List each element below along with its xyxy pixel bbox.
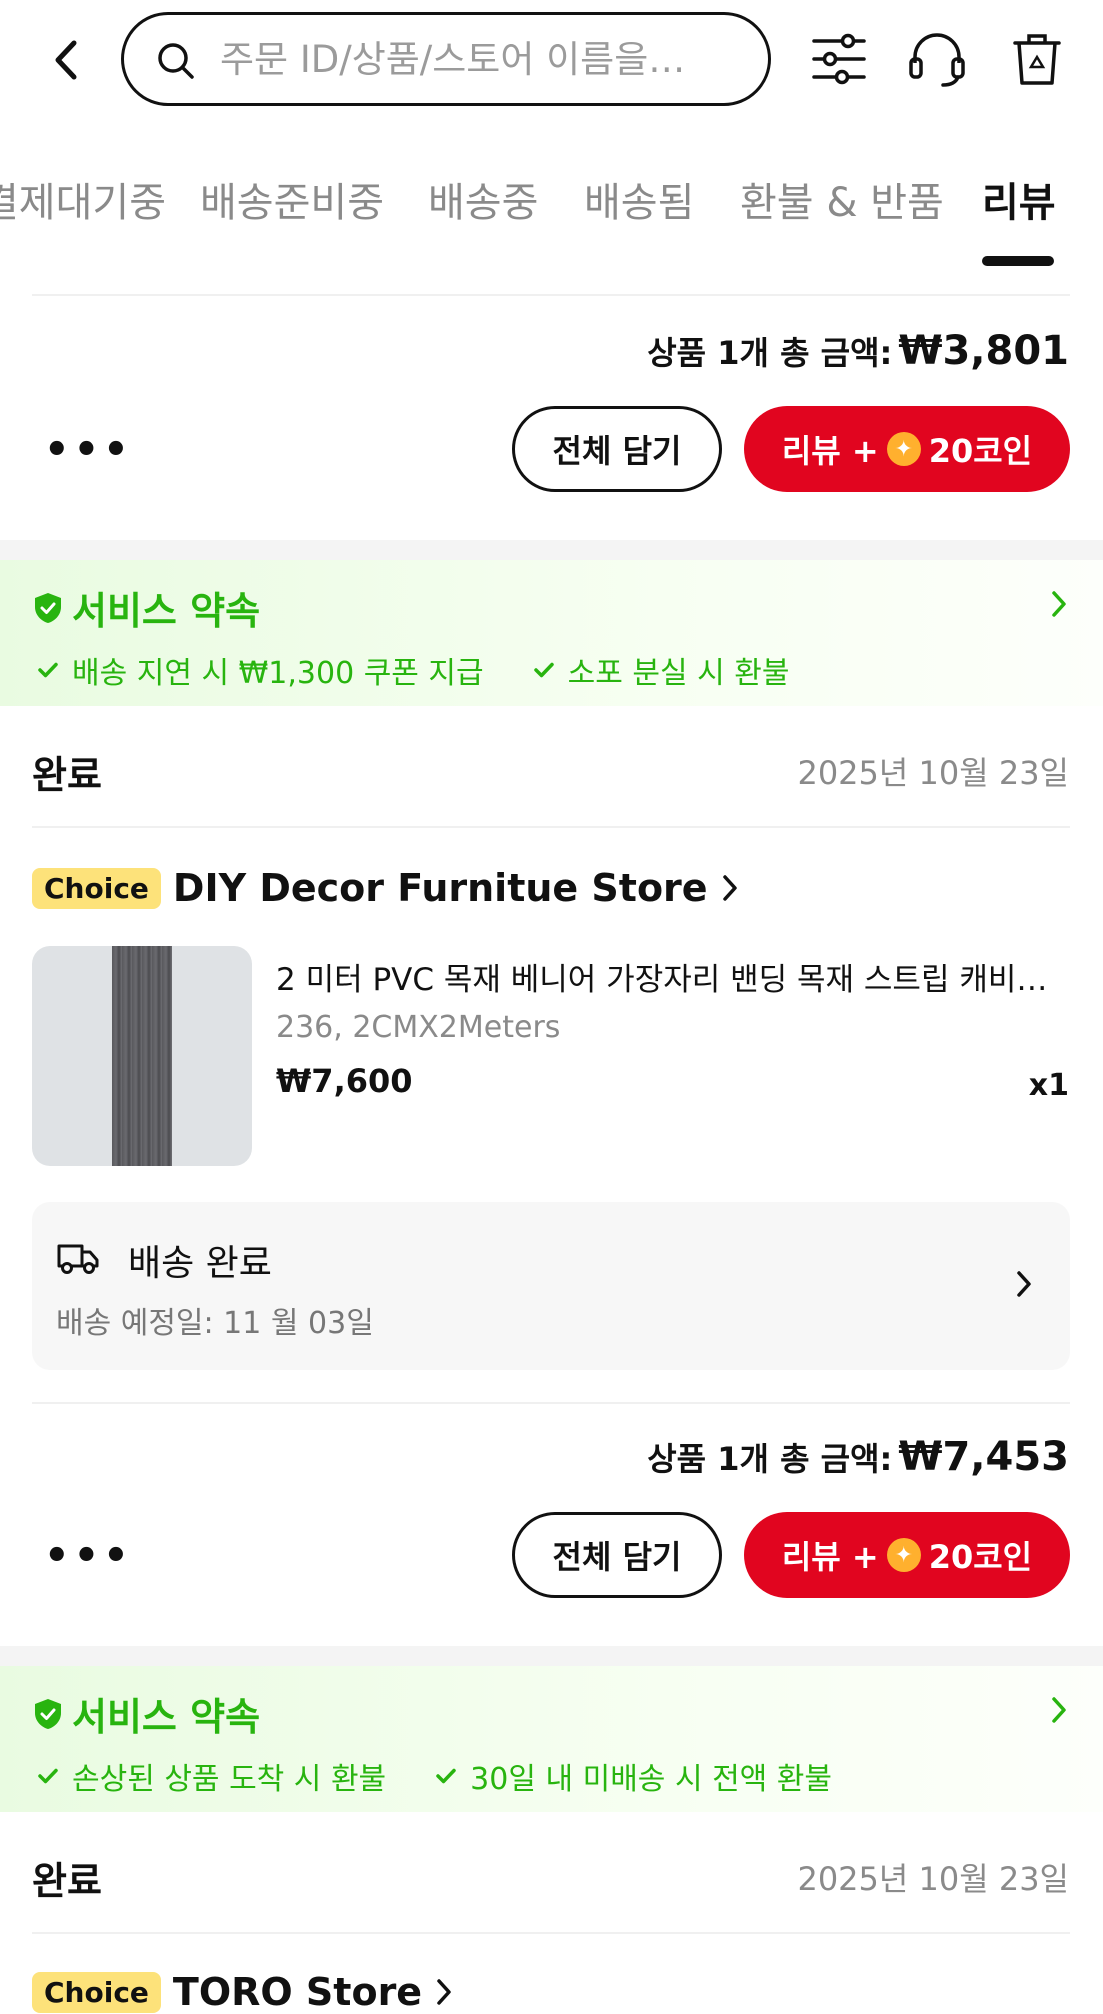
product-quantity: x1	[1028, 1068, 1069, 1103]
search-icon	[158, 43, 194, 79]
store-name: DIY Decor Furnitue Store	[172, 866, 708, 910]
order-tabs: 결제대기중 배송준비중 배송중 배송됨 환불 & 반품 리뷰	[0, 150, 1103, 270]
coin-icon: ✦	[886, 1538, 921, 1572]
headset-icon	[909, 33, 965, 87]
store-link[interactable]: Choice DIY Decor Furnitue Store	[32, 866, 740, 910]
service-promise-banner[interactable]: 서비스 약속 손상된 상품 도착 시 환불 30일 내 미배송 시 전액 환불	[0, 1666, 1103, 1812]
search-input[interactable]: 주문 ID/상품/스토어 이름을…	[121, 12, 771, 106]
check-icon	[38, 662, 58, 678]
order-date: 2025년 10월 23일	[797, 1860, 1069, 1898]
tab-refund-return[interactable]: 환불 & 반품	[740, 170, 944, 228]
tab-awaiting-payment[interactable]: 결제대기중	[0, 170, 166, 228]
shipping-status: 배송 완료	[128, 1243, 272, 1284]
chevron-left-icon	[55, 40, 77, 80]
order-status: 완료	[32, 753, 102, 797]
review-button-label: 리뷰 +	[781, 1538, 879, 1576]
promise-item: 손상된 상품 도착 시 환불	[38, 1754, 386, 1798]
order-date: 2025년 10월 23일	[797, 754, 1069, 792]
back-button[interactable]	[40, 32, 90, 88]
service-promise-title: 서비스 약속	[34, 580, 260, 635]
sliders-icon	[812, 33, 866, 85]
add-all-to-cart-button[interactable]: 전체 담기	[512, 406, 722, 492]
divider	[32, 826, 1070, 828]
recycle-bin-button[interactable]	[1006, 28, 1068, 90]
divider	[32, 1932, 1070, 1934]
tab-shipping[interactable]: 배송중	[428, 170, 538, 228]
order-total-amount: ₩3,801	[898, 328, 1069, 374]
review-button-label: 리뷰 +	[781, 432, 879, 470]
shield-check-icon	[35, 592, 61, 623]
promise-item: 30일 내 미배송 시 전액 환불	[436, 1754, 832, 1798]
more-options-button[interactable]: •••	[44, 430, 133, 470]
product-title[interactable]: 2 미터 PVC 목재 베니어 가장자리 밴딩 목재 스트립 캐비닛 테이블	[276, 954, 1066, 999]
store-link[interactable]: Choice TORO Store	[32, 1970, 454, 2014]
tab-preparing[interactable]: 배송준비중	[200, 170, 384, 228]
store-name: TORO Store	[172, 1970, 423, 2014]
search-placeholder: 주문 ID/상품/스토어 이름을…	[220, 38, 686, 81]
order-status: 완료	[32, 1859, 102, 1903]
check-icon	[38, 1768, 58, 1784]
promise-item-text: 소포 분실 시 환불	[567, 656, 790, 691]
order-total: 상품 1개 총 금액: ₩3,801	[647, 328, 1069, 374]
filter-button[interactable]	[808, 28, 870, 90]
product-image[interactable]	[32, 946, 252, 1166]
add-all-to-cart-button[interactable]: 전체 담기	[512, 1512, 722, 1598]
service-promise-title-text: 서비스 약속	[72, 1695, 261, 1739]
shield-check-icon	[35, 1698, 61, 1729]
wood-strip-image	[112, 946, 172, 1166]
chevron-right-icon	[1017, 1271, 1031, 1297]
promise-item-text: 30일 내 미배송 시 전액 환불	[470, 1762, 833, 1797]
choice-badge: Choice	[32, 1971, 161, 2013]
promise-item: 소포 분실 시 환불	[533, 648, 790, 692]
chevron-right-icon	[1052, 591, 1066, 617]
active-tab-indicator	[982, 256, 1054, 266]
check-icon	[436, 1768, 456, 1784]
promise-item-text: 손상된 상품 도착 시 환불	[72, 1762, 387, 1797]
header: 주문 ID/상품/스토어 이름을…	[0, 0, 1103, 118]
review-button[interactable]: 리뷰 + ✦ 20코인	[744, 406, 1070, 492]
review-coin-label: 20코인	[928, 432, 1033, 470]
shipping-status-card[interactable]: 배송 완료 배송 예정일: 11 월 03일	[32, 1202, 1070, 1370]
chevron-right-icon	[437, 1979, 451, 2005]
order-total-amount: ₩7,453	[898, 1434, 1069, 1480]
section-separator	[0, 540, 1103, 560]
divider	[32, 1402, 1070, 1404]
service-promise-banner[interactable]: 서비스 약속 배송 지연 시 ₩1,300 쿠폰 지급 소포 분실 시 환불	[0, 560, 1103, 706]
more-options-button[interactable]: •••	[44, 1536, 133, 1576]
service-promise-title-text: 서비스 약속	[72, 589, 261, 633]
support-button[interactable]	[906, 28, 968, 90]
choice-badge: Choice	[32, 867, 161, 909]
coin-icon: ✦	[886, 432, 921, 466]
shipping-eta: 배송 예정일: 11 월 03일	[56, 1306, 374, 1341]
trash-icon	[1013, 34, 1061, 85]
product-price: ₩7,600	[276, 1062, 413, 1100]
chevron-right-icon	[1052, 1697, 1066, 1723]
review-button[interactable]: 리뷰 + ✦ 20코인	[744, 1512, 1070, 1598]
chevron-right-icon	[722, 875, 737, 901]
section-separator	[0, 1646, 1103, 1666]
check-icon	[533, 662, 554, 678]
promise-item: 배송 지연 시 ₩1,300 쿠폰 지급	[38, 648, 484, 692]
product-variant: 236, 2CMX2Meters	[276, 1010, 561, 1045]
service-promise-title: 서비스 약속	[34, 1686, 260, 1741]
truck-icon	[57, 1244, 99, 1274]
divider	[32, 294, 1070, 296]
order-total-label: 상품 1개 총 금액:	[647, 1440, 893, 1478]
promise-item-text: 배송 지연 시 ₩1,300 쿠폰 지급	[72, 656, 484, 691]
tab-review[interactable]: 리뷰	[982, 170, 1056, 228]
review-coin-label: 20코인	[928, 1538, 1033, 1576]
order-total: 상품 1개 총 금액: ₩7,453	[647, 1434, 1069, 1480]
tab-delivered[interactable]: 배송됨	[584, 170, 694, 228]
order-total-label: 상품 1개 총 금액:	[647, 334, 893, 372]
